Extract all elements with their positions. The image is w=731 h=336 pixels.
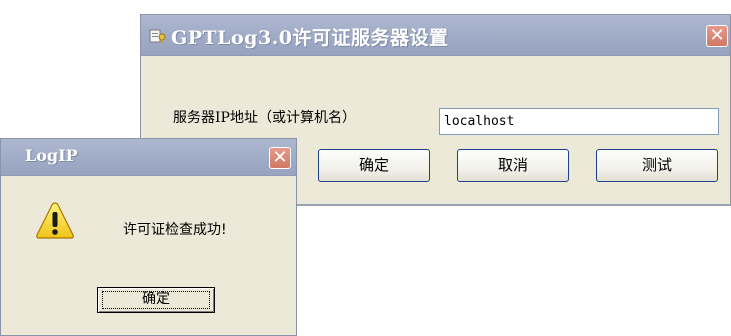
message-box-titlebar[interactable]: LogIP ✕ <box>1 139 296 176</box>
close-icon[interactable]: ✕ <box>706 25 728 47</box>
ok-button[interactable]: 确定 <box>318 149 430 182</box>
close-icon[interactable]: ✕ <box>269 147 291 169</box>
message-ok-button[interactable]: 确定 <box>97 287 215 313</box>
cancel-button[interactable]: 取消 <box>457 149 569 182</box>
focus-rectangle <box>102 291 210 309</box>
logip-message-box: LogIP ✕ 许可证检查成功! 确定 <box>0 138 297 336</box>
warning-icon <box>36 202 74 239</box>
server-address-input[interactable] <box>439 108 719 135</box>
test-button[interactable]: 测试 <box>596 149 718 182</box>
app-key-icon <box>149 29 166 43</box>
message-text: 许可证检查成功! <box>123 222 227 238</box>
main-titlebar[interactable]: GPTLog3.0许可证服务器设置 ✕ <box>141 15 730 56</box>
message-box-title: LogIP <box>25 146 78 165</box>
main-dialog-title: GPTLog3.0许可证服务器设置 <box>171 27 449 49</box>
server-address-label: 服务器IP地址（或计算机名） <box>173 110 356 126</box>
